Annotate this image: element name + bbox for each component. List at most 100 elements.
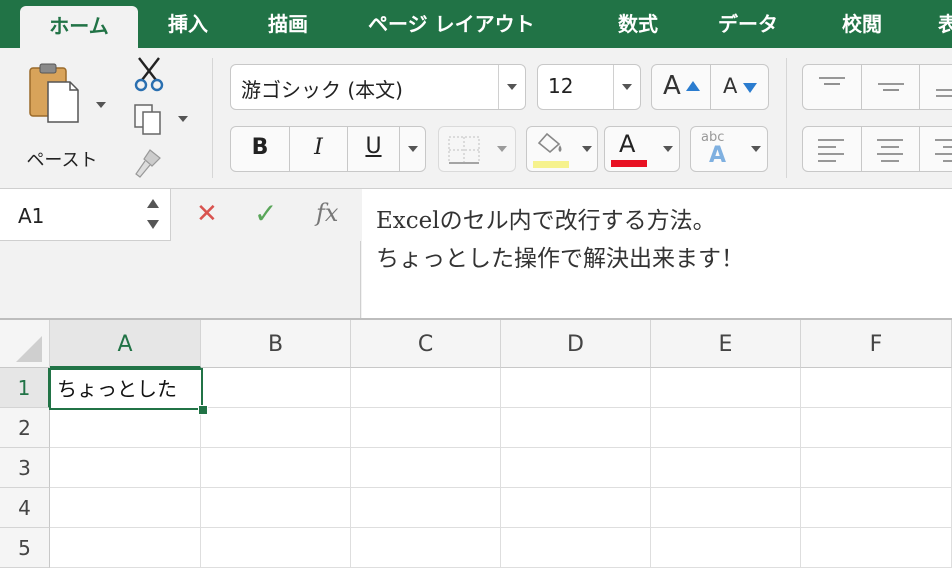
column-header-f[interactable]: F xyxy=(801,320,952,368)
column-header-d[interactable]: D xyxy=(501,320,651,368)
chevron-down-icon xyxy=(507,84,517,90)
row-header-1[interactable]: 1 xyxy=(0,368,50,408)
formula-input[interactable]: Excelのセル内で改行する方法。 ちょっとした操作で解決出来ます！ xyxy=(362,189,952,318)
cell[interactable] xyxy=(501,368,651,408)
underline-glyph: U xyxy=(365,134,382,159)
cell[interactable] xyxy=(801,488,952,528)
cell[interactable] xyxy=(501,528,651,568)
cell[interactable] xyxy=(201,488,351,528)
paint-bucket-icon xyxy=(537,132,562,154)
cell[interactable] xyxy=(50,528,201,568)
row-header-4[interactable]: 4 xyxy=(0,488,50,528)
name-box[interactable]: A1 xyxy=(0,189,171,241)
cell[interactable] xyxy=(651,368,801,408)
underline-dropdown[interactable] xyxy=(399,127,425,171)
chevron-down-icon xyxy=(408,146,418,152)
cell[interactable] xyxy=(501,488,651,528)
cell[interactable] xyxy=(50,488,201,528)
tab-formulas[interactable]: 数式 xyxy=(618,0,658,48)
cell[interactable] xyxy=(201,448,351,488)
cell[interactable] xyxy=(651,528,801,568)
tab-data[interactable]: データ xyxy=(718,0,778,48)
cell[interactable] xyxy=(801,408,952,448)
cell[interactable] xyxy=(351,448,501,488)
row-header-2[interactable]: 2 xyxy=(0,408,50,448)
italic-button[interactable]: I xyxy=(289,127,347,171)
align-left-button[interactable] xyxy=(803,127,861,171)
cell[interactable] xyxy=(50,448,201,488)
decrease-font-size-button[interactable]: A xyxy=(710,65,768,109)
paste-button[interactable]: ペースト xyxy=(14,58,106,171)
name-box-stepper-icon[interactable] xyxy=(146,197,160,231)
cell[interactable] xyxy=(501,448,651,488)
cell[interactable] xyxy=(501,408,651,448)
cell[interactable] xyxy=(351,368,501,408)
align-top-button[interactable] xyxy=(803,65,861,109)
align-center-icon xyxy=(877,139,903,162)
cell[interactable] xyxy=(201,408,351,448)
bold-glyph: B xyxy=(251,135,269,160)
increase-font-size-button[interactable]: A xyxy=(652,65,710,109)
triangle-up-icon xyxy=(686,81,700,91)
align-middle-icon xyxy=(878,83,904,91)
align-center-button[interactable] xyxy=(861,127,919,171)
align-right-button[interactable] xyxy=(919,127,952,171)
tab-page-layout[interactable]: ページ レイアウト xyxy=(368,0,535,48)
cell[interactable] xyxy=(351,528,501,568)
cut-icon[interactable] xyxy=(132,54,166,94)
tab-review[interactable]: 校閲 xyxy=(842,0,882,48)
tab-home[interactable]: ホーム xyxy=(20,6,138,48)
bold-button[interactable]: B xyxy=(231,127,289,171)
copy-icon[interactable] xyxy=(132,102,166,138)
borders-button[interactable] xyxy=(438,126,516,172)
cell[interactable] xyxy=(651,408,801,448)
font-color-button[interactable]: A xyxy=(604,126,680,172)
font-style-group: B I U xyxy=(230,126,426,172)
cell[interactable] xyxy=(801,528,952,568)
cell[interactable] xyxy=(351,488,501,528)
tab-draw[interactable]: 描画 xyxy=(268,0,308,48)
insert-function-button[interactable]: fx xyxy=(316,199,338,227)
font-name-dropdown[interactable] xyxy=(498,65,525,109)
fill-color-button[interactable] xyxy=(526,126,598,172)
cell[interactable] xyxy=(801,448,952,488)
copy-dropdown-icon[interactable] xyxy=(178,116,188,122)
cell[interactable] xyxy=(651,488,801,528)
cancel-button[interactable]: ✕ xyxy=(196,199,218,229)
phonetic-glyph: A xyxy=(709,143,727,168)
active-cell-a1[interactable]: ちょっとした xyxy=(49,368,203,410)
format-painter-icon[interactable] xyxy=(130,146,166,182)
font-size-dropdown[interactable] xyxy=(613,65,640,109)
paste-dropdown-icon[interactable] xyxy=(96,102,106,108)
cell[interactable] xyxy=(50,408,201,448)
ribbon-tab-bar: ホーム 挿入 描画 ページ レイアウト 数式 データ 校閲 表 xyxy=(0,0,952,48)
select-all-triangle-icon xyxy=(16,336,42,362)
column-header-b[interactable]: B xyxy=(201,320,351,368)
column-header-e[interactable]: E xyxy=(651,320,801,368)
column-header-a[interactable]: A xyxy=(50,320,201,368)
cell[interactable] xyxy=(201,368,351,408)
row-header-3[interactable]: 3 xyxy=(0,448,50,488)
group-separator xyxy=(212,58,213,178)
formula-bar-controls-area xyxy=(0,241,361,318)
underline-button[interactable]: U xyxy=(347,127,399,171)
cell[interactable] xyxy=(351,408,501,448)
align-top-icon xyxy=(819,77,845,85)
phonetic-guide-button[interactable]: abc A xyxy=(690,126,768,172)
enter-button[interactable]: ✓ xyxy=(254,197,277,230)
fill-handle[interactable] xyxy=(198,405,208,415)
chevron-down-icon xyxy=(751,146,761,152)
align-middle-button[interactable] xyxy=(861,65,919,109)
select-all-corner[interactable] xyxy=(0,320,50,368)
column-header-c[interactable]: C xyxy=(351,320,501,368)
tab-view[interactable]: 表 xyxy=(938,0,952,48)
cell[interactable] xyxy=(201,528,351,568)
tab-insert[interactable]: 挿入 xyxy=(168,0,208,48)
align-bottom-button[interactable] xyxy=(919,65,952,109)
cell[interactable] xyxy=(651,448,801,488)
horizontal-align-group xyxy=(802,126,952,172)
font-size-select[interactable]: 12 xyxy=(537,64,641,110)
cell[interactable] xyxy=(801,368,952,408)
font-name-select[interactable]: 游ゴシック (本文) xyxy=(230,64,526,110)
row-header-5[interactable]: 5 xyxy=(0,528,50,568)
